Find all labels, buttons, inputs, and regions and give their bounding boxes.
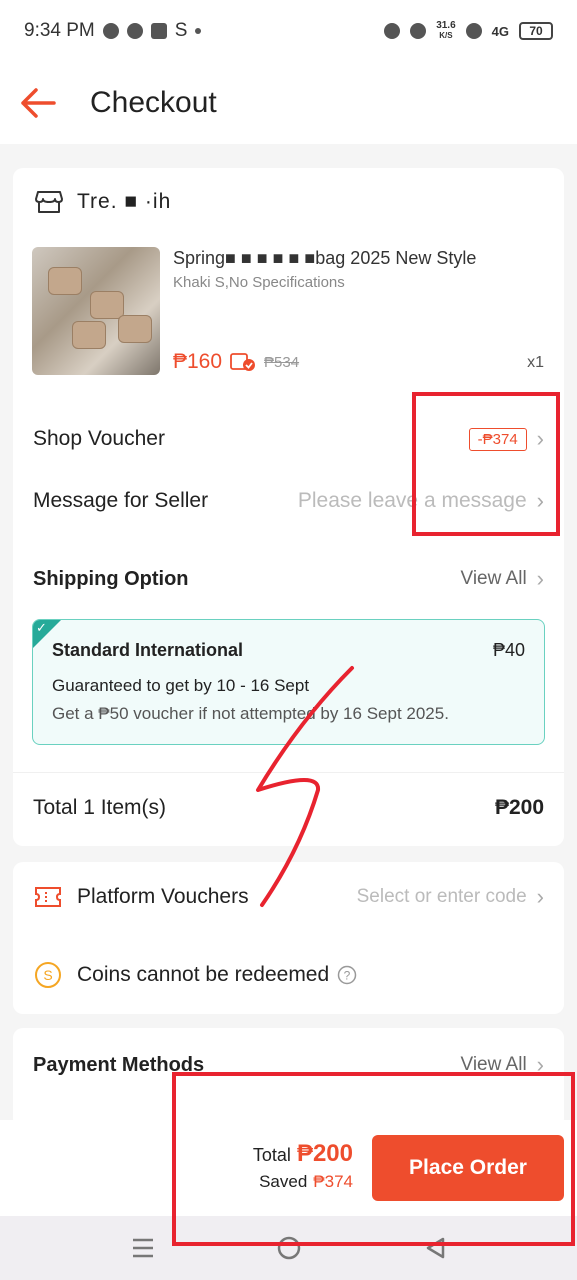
message-label: Message for Seller <box>33 489 209 512</box>
signal-label: 4G <box>491 23 509 39</box>
coins-label: Coins cannot be redeemed <box>77 963 330 986</box>
product-image[interactable] <box>32 247 160 375</box>
order-total-label: Total 1 Item(s) <box>33 796 167 819</box>
product-variant: Khaki S,No Specifications <box>173 274 345 291</box>
mute-icon <box>410 23 427 39</box>
page-title: Checkout <box>90 86 217 119</box>
shipping-price: ₱40 <box>492 640 525 660</box>
platform-vouchers-label: Platform Vouchers <box>77 885 249 908</box>
shipping-option-row: Shipping Option View All › <box>33 566 544 592</box>
battery-icon: 70 <box>519 22 553 40</box>
annotation-box-checkout <box>172 1072 575 1246</box>
shipping-note: Get a ₱50 voucher if not attempted by 16… <box>52 704 449 723</box>
check-icon: ✓ <box>36 620 47 635</box>
chevron-right-icon: › <box>536 884 544 909</box>
alarm-icon <box>384 23 401 39</box>
shipping-guarantee: Guaranteed to get by 10 - 16 Sept <box>52 676 310 695</box>
net-speed-unit: K/S <box>439 31 453 40</box>
help-icon[interactable]: ? <box>337 965 357 985</box>
status-time: 9:34 PM <box>24 20 95 41</box>
youtube-icon <box>150 23 167 39</box>
shop-name: Tre. ■ ·ih <box>77 190 172 213</box>
facebook-icon <box>126 23 143 39</box>
coin-icon: S <box>35 962 61 988</box>
carrier-letter: S <box>174 20 188 41</box>
recents-icon[interactable] <box>125 1237 161 1259</box>
wifi-icon <box>465 23 482 39</box>
shipping-option-label: Shipping Option <box>33 567 189 590</box>
notification-dot-icon <box>195 28 202 34</box>
chevron-right-icon: › <box>536 566 544 591</box>
shipping-method-card[interactable]: ✓ Standard International ₱40 Guaranteed … <box>32 619 545 745</box>
back-arrow-icon[interactable] <box>20 83 60 123</box>
order-total-value: ₱200 <box>494 796 544 819</box>
product-price: ₱160 <box>173 350 223 373</box>
app-header: Checkout <box>0 62 577 144</box>
divider <box>13 772 564 773</box>
shipping-view-all[interactable]: View All › <box>460 566 544 592</box>
net-speed: 31.6 K/S <box>436 21 455 41</box>
product-quantity: x1 <box>527 354 544 371</box>
order-total-row: Total 1 Item(s) ₱200 <box>33 796 544 820</box>
platform-vouchers-placeholder[interactable]: Select or enter code <box>357 886 527 908</box>
product-title: Spring■ ■ ■ ■ ■ ■bag 2025 New Style <box>173 248 477 268</box>
svg-text:S: S <box>43 967 52 983</box>
platform-vouchers-row[interactable]: Platform Vouchers Select or enter code › <box>33 884 544 910</box>
status-bar: 9:34 PM S 31.6 K/S 4G 70 <box>0 0 577 62</box>
annotation-box-voucher <box>412 392 560 536</box>
messenger-icon <box>102 23 119 39</box>
shipping-view-all-label: View All <box>460 568 527 589</box>
svg-text:?: ? <box>344 969 351 983</box>
net-speed-value: 31.6 <box>436 20 456 31</box>
price-row: ₱160 ₱534 <box>173 350 299 374</box>
shop-header[interactable]: Tre. ■ ·ih <box>35 190 171 214</box>
shop-voucher-label: Shop Voucher <box>33 427 165 450</box>
original-price: ₱534 <box>264 353 300 371</box>
voucher-icon <box>35 887 61 907</box>
shipping-method-name: Standard International <box>52 640 244 660</box>
platform-card: Platform Vouchers Select or enter code ›… <box>13 862 564 1014</box>
discount-voucher-icon <box>230 353 256 371</box>
shop-icon <box>35 191 63 213</box>
coins-row: S Coins cannot be redeemed ? <box>33 960 544 990</box>
